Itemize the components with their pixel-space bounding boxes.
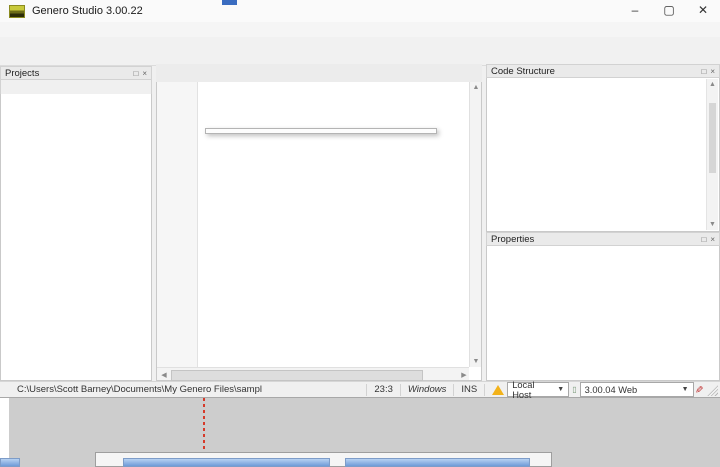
scroll-left-icon[interactable]: ◀ xyxy=(158,371,170,379)
scroll-down-icon[interactable]: ▼ xyxy=(707,221,718,228)
code-structure-scrollbar[interactable]: ▲ ▼ xyxy=(706,79,718,230)
server-selector[interactable]: 3.00.04 Web ▼ xyxy=(580,382,694,397)
status-file-path: C:\Users\Scott Barney\Documents\My Gener… xyxy=(0,384,362,395)
editor-body[interactable]: ▲ ▼ ◀ ▶ xyxy=(156,82,482,381)
insert-mode-indicator: INS xyxy=(458,384,480,395)
projects-toolbar xyxy=(0,80,152,94)
server-selector-value: 3.00.04 Web xyxy=(585,385,676,395)
menu-bar xyxy=(0,22,720,37)
close-panel-icon[interactable]: × xyxy=(710,67,715,76)
code-structure-tree xyxy=(487,78,719,92)
platform-indicator: Windows xyxy=(405,384,449,395)
hscroll-thumb[interactable] xyxy=(171,370,423,381)
app-icon xyxy=(9,5,25,18)
status-bar: C:\Users\Scott Barney\Documents\My Gener… xyxy=(0,381,720,397)
close-panel-icon[interactable]: × xyxy=(710,235,715,244)
code-structure-panel: Code Structure □ × ▲ ▼ xyxy=(486,64,720,232)
line-number-gutter xyxy=(157,82,198,367)
properties-title: Properties xyxy=(491,234,697,245)
projects-panel: Projects □ × xyxy=(0,66,152,381)
chevron-down-icon: ▼ xyxy=(682,386,689,393)
resize-grip[interactable] xyxy=(706,384,718,396)
code-structure-title: Code Structure xyxy=(491,66,697,77)
host-selector-value: Local Host xyxy=(512,380,551,400)
close-panel-icon[interactable]: × xyxy=(142,69,147,78)
close-button[interactable]: ✕ xyxy=(686,0,720,22)
chevron-down-icon: ▼ xyxy=(557,386,564,393)
scroll-right-icon[interactable]: ▶ xyxy=(458,371,470,379)
editor-area: ▲ ▼ ◀ ▶ xyxy=(156,64,482,381)
vertical-scrollbar[interactable]: ▲ ▼ xyxy=(469,82,481,367)
background-form-field xyxy=(345,458,530,467)
pin-icon[interactable]: □ xyxy=(701,235,706,244)
minimize-button[interactable]: – xyxy=(618,0,652,22)
scroll-up-icon[interactable]: ▲ xyxy=(707,81,718,88)
properties-table xyxy=(486,246,720,381)
editor-context-menu xyxy=(205,128,437,134)
warning-icon[interactable] xyxy=(492,385,504,395)
projects-panel-title: Projects xyxy=(5,68,129,79)
screen: { "window": {"title": "Genero Studio 3.0… xyxy=(0,0,720,465)
toolbar-row-1 xyxy=(0,37,720,51)
scroll-up-icon[interactable]: ▲ xyxy=(470,84,482,91)
pin-icon[interactable]: □ xyxy=(133,69,138,78)
properties-panel: Properties □ × xyxy=(486,232,720,381)
scroll-down-icon[interactable]: ▼ xyxy=(470,358,482,365)
genero-studio-window: Genero Studio 3.00.22 – ▢ ✕ Projects □ ×… xyxy=(0,0,720,398)
fold-column xyxy=(197,82,208,367)
host-selector[interactable]: Local Host ▼ xyxy=(507,382,569,397)
maximize-button[interactable]: ▢ xyxy=(652,0,686,22)
background-form-field xyxy=(0,458,20,467)
cursor-position: 23:3 xyxy=(371,384,396,395)
background-window-fragment xyxy=(222,0,237,5)
background-form-field xyxy=(123,458,330,467)
editor-tab-bar xyxy=(156,64,482,83)
horizontal-scrollbar[interactable]: ◀ ▶ xyxy=(157,367,469,380)
window-title: Genero Studio 3.00.22 xyxy=(32,5,143,17)
edit-mode-icon[interactable]: ✎ xyxy=(692,385,703,393)
projects-tree xyxy=(0,94,152,381)
scroll-thumb[interactable] xyxy=(709,103,716,173)
title-bar: Genero Studio 3.00.22 – ▢ ✕ xyxy=(0,0,720,23)
background-window-fragment xyxy=(0,398,9,465)
host-status-icon: ▯ xyxy=(569,385,579,394)
pin-icon[interactable]: □ xyxy=(701,67,706,76)
